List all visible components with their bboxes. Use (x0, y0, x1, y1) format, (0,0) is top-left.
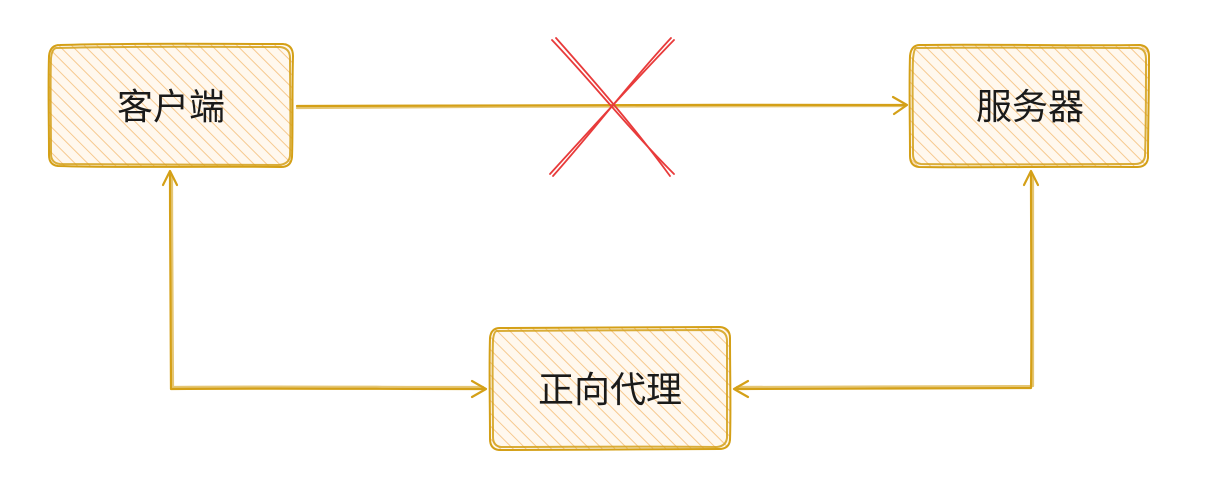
server-label: 服务器 (976, 87, 1084, 128)
diagram-canvas: 客户端 服务器 正向代理 (0, 0, 1208, 502)
edge-server-proxy (732, 169, 1040, 399)
client-node: 客户端 (47, 42, 294, 168)
proxy-node: 正向代理 (488, 326, 732, 451)
server-node: 服务器 (908, 43, 1150, 169)
forward-proxy-diagram: 客户端 服务器 正向代理 (47, 37, 1150, 451)
client-label: 客户端 (117, 87, 225, 128)
proxy-label: 正向代理 (538, 370, 682, 411)
edge-client-to-server (295, 95, 909, 116)
edge-client-proxy (161, 169, 488, 399)
